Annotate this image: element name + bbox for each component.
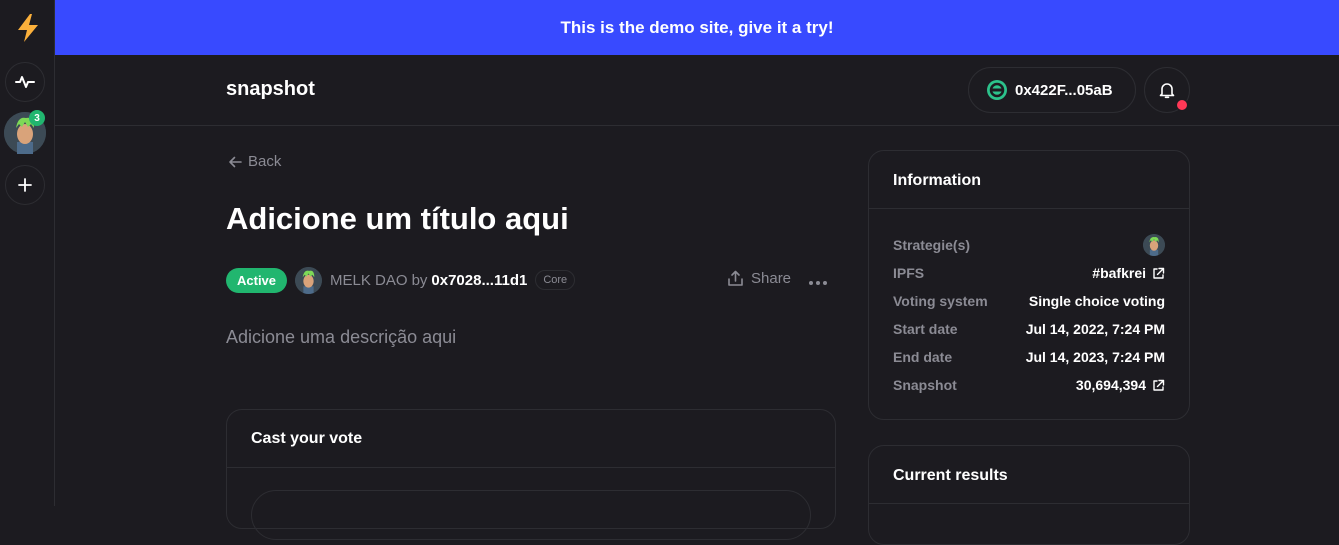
- share-icon: [728, 270, 743, 286]
- space-name[interactable]: MELK DAO: [330, 272, 408, 289]
- ipfs-link[interactable]: #bafkrei: [1092, 265, 1165, 281]
- proposal-meta: Active MELK DAO by 0x7028...11d1 Core: [226, 266, 576, 294]
- share-label: Share: [751, 270, 792, 287]
- activity-button[interactable]: [5, 62, 45, 102]
- back-link[interactable]: Back: [228, 153, 281, 170]
- back-label: Back: [248, 153, 282, 170]
- current-results-heading: Current results: [869, 446, 1189, 504]
- proposal-title: Adicione um título aqui: [226, 201, 569, 236]
- by-label: by: [411, 271, 428, 289]
- wallet-avatar-icon: [987, 80, 1007, 100]
- info-label: Voting system: [893, 293, 988, 309]
- snapshot-bolt-icon[interactable]: [0, 0, 55, 55]
- cast-vote-card: Cast your vote: [226, 409, 836, 540]
- plus-icon: [18, 178, 32, 192]
- snapshot-link[interactable]: 30,694,394: [1076, 377, 1165, 393]
- core-badge: Core: [535, 270, 576, 290]
- share-button[interactable]: Share: [727, 270, 791, 287]
- info-label: Strategie(s): [893, 237, 971, 253]
- info-value: Jul 14, 2023, 7:24 PM: [1025, 349, 1165, 365]
- info-label: Snapshot: [893, 377, 957, 393]
- space-avatar-small[interactable]: [295, 266, 323, 294]
- wallet-button[interactable]: 0x422F...05aB: [968, 67, 1136, 113]
- info-value: Jul 14, 2022, 7:24 PM: [1025, 321, 1165, 337]
- arrow-left-icon: [229, 156, 242, 167]
- cast-vote-heading: Cast your vote: [227, 410, 835, 468]
- info-row-end-date: End date Jul 14, 2023, 7:24 PM: [893, 343, 1165, 371]
- top-bar: snapshot 0x422F...05aB: [55, 55, 1339, 126]
- info-value: #bafkrei: [1092, 265, 1146, 281]
- notification-dot: [1176, 99, 1188, 111]
- wallet-address: 0x422F...05aB: [1015, 81, 1113, 99]
- strategy-avatar[interactable]: [1143, 234, 1165, 256]
- external-link-icon: [1153, 267, 1165, 279]
- info-label: IPFS: [893, 265, 925, 281]
- author-address[interactable]: 0x7028...11d1: [431, 272, 527, 289]
- left-rail: 3: [0, 0, 55, 506]
- vote-choice-button[interactable]: [251, 490, 811, 540]
- add-space-button[interactable]: [5, 165, 45, 205]
- info-row-ipfs: IPFS #bafkrei: [893, 259, 1165, 287]
- more-options-icon[interactable]: [808, 270, 828, 291]
- proposal-description: Adicione uma descrição aqui: [226, 327, 457, 347]
- demo-banner: This is the demo site, give it a try!: [55, 0, 1339, 55]
- info-row-snapshot: Snapshot 30,694,394: [893, 371, 1165, 399]
- notification-count-badge: 3: [29, 110, 45, 126]
- info-row-strategies: Strategie(s): [893, 231, 1165, 259]
- info-row-voting-system: Voting system Single choice voting: [893, 287, 1165, 315]
- info-row-start-date: Start date Jul 14, 2022, 7:24 PM: [893, 315, 1165, 343]
- activity-icon: [15, 76, 35, 88]
- current-results-card: Current results: [868, 445, 1190, 545]
- info-label: End date: [893, 349, 953, 365]
- info-label: Start date: [893, 321, 958, 337]
- info-value: 30,694,394: [1075, 377, 1146, 393]
- logo[interactable]: snapshot: [226, 78, 315, 101]
- information-heading: Information: [869, 151, 1189, 209]
- status-badge: Active: [226, 267, 288, 293]
- info-value: Single choice voting: [1028, 293, 1165, 309]
- external-link-icon: [1153, 379, 1165, 391]
- information-card: Information Strategie(s) IPFS #bafkrei V…: [868, 150, 1190, 420]
- bell-icon: [1159, 83, 1175, 99]
